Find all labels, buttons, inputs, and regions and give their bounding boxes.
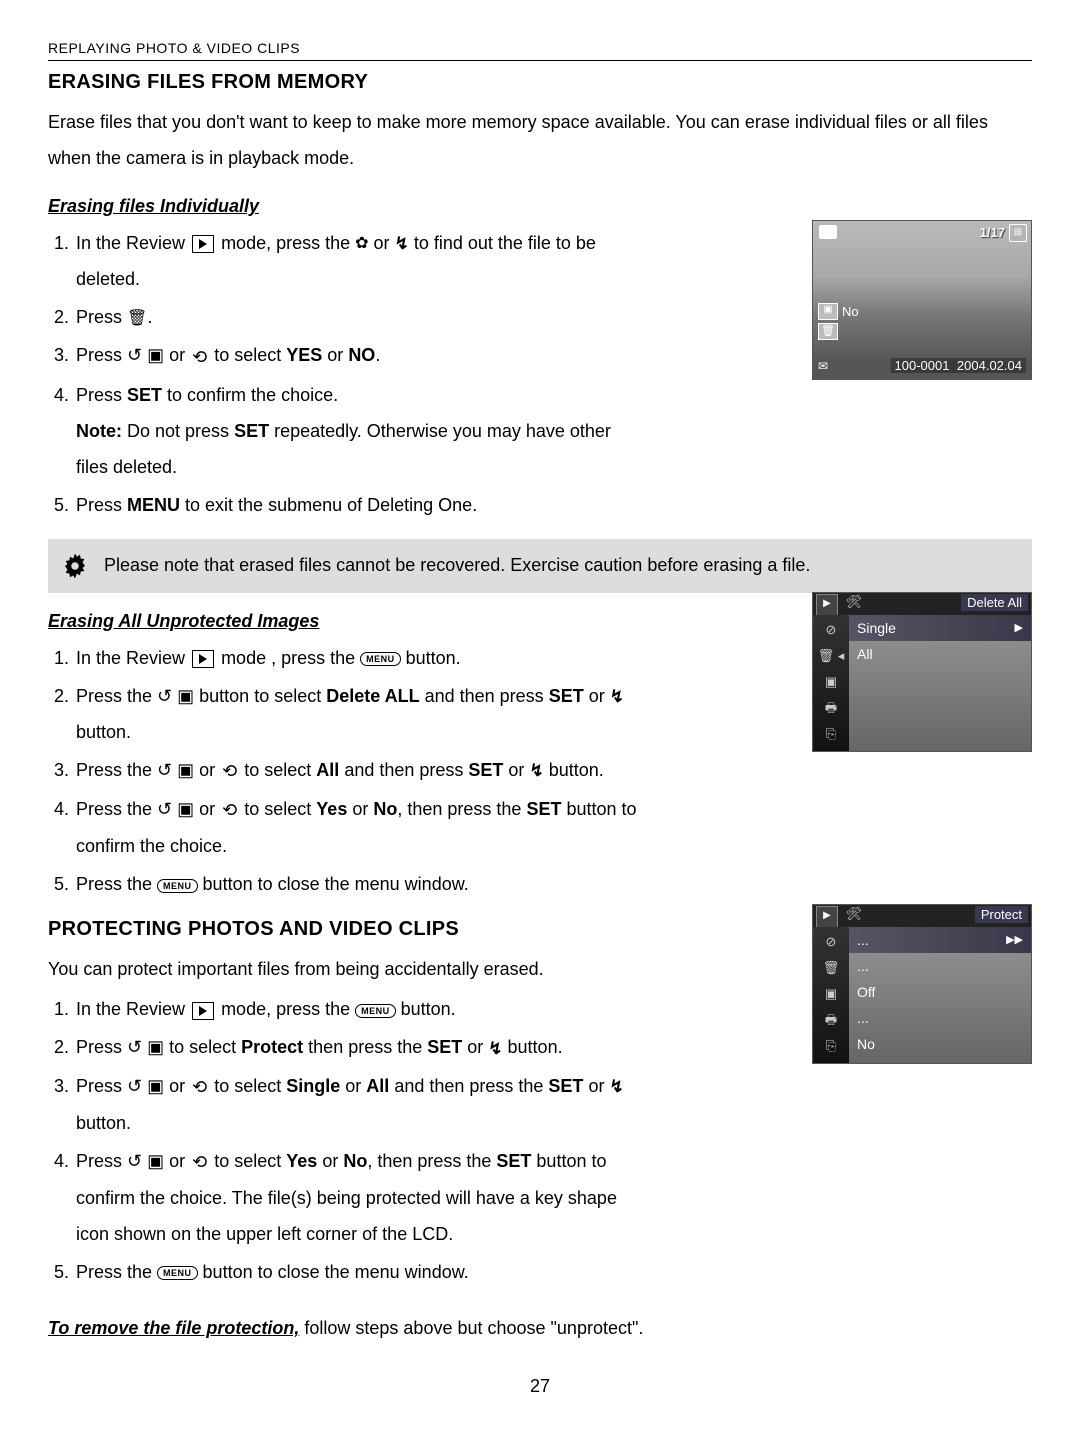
flash-icon: ↯ [610, 680, 624, 714]
flash-icon: ↯ [395, 227, 409, 261]
menu-tabbar: ▶ 🛠 Protect [813, 905, 1031, 927]
mail-icon: ✉ [818, 359, 828, 373]
menu-item-all: All [849, 641, 1031, 667]
play-mode-icon [192, 650, 214, 668]
menu-tabbar: ▶ 🛠 Delete All [813, 593, 1031, 615]
step-1: In the Review mode, press the ✿ or ↯ to … [74, 225, 644, 297]
flash-icon: ↯ [529, 754, 543, 788]
lock-icon: ⊘ [826, 619, 837, 641]
page-header: REPLAYING PHOTO & VIDEO CLIPS [48, 40, 1032, 61]
menu-content: Single▶ All [849, 615, 1031, 751]
record-icon: ⟲ [192, 1144, 207, 1180]
menu-button-icon: MENU [355, 1004, 396, 1018]
menu-item-2: ... [849, 953, 1031, 979]
image-counter: 1/17 [980, 225, 1005, 240]
step-4-note: Note: Do not press SET repeatedly. Other… [76, 413, 644, 485]
p-step-1: In the Review mode, press the MENU butto… [74, 991, 644, 1027]
play-mode-icon [192, 235, 214, 253]
menu-sidebar: ⊘ 🗑 ▣ 🖶 ⎘ [813, 927, 849, 1063]
file-date: 2004.02.04 [953, 358, 1026, 373]
record-icon: ⟲ [192, 339, 207, 375]
macro-icon: ✿ [355, 228, 368, 260]
s2-step-4: Press the ↺ ▣ or ⟲ to select Yes or No, … [74, 791, 644, 864]
delete-trash-icon: 🗑 [818, 323, 838, 340]
steps-protect: In the Review mode, press the MENU butto… [48, 991, 644, 1290]
step-4: Press SET to confirm the choice. Note: D… [74, 377, 644, 485]
s2-step-3: Press the ↺ ▣ or ⟲ to select All and the… [74, 752, 644, 789]
trash-icon: 🗑 [127, 303, 147, 335]
nav-icons: ↺ ▣ [157, 799, 194, 819]
header-text: REPLAYING PHOTO & VIDEO CLIPS [48, 40, 300, 56]
lcd-screenshot-protect: ▶ 🛠 Protect ⊘ 🗑 ▣ 🖶 ⎘ ...▶▶ ... Off ... … [812, 904, 1032, 1064]
s2-step-1: In the Review mode , press the MENU butt… [74, 640, 644, 676]
p-step-4: Press ↺ ▣ or ⟲ to select Yes or No, then… [74, 1143, 644, 1252]
p-step-5: Press the MENU button to close the menu … [74, 1254, 644, 1290]
delete-no-option: ▣No [818, 303, 859, 320]
dpof-icon: 🖶 [825, 1009, 837, 1031]
menu-item-1: ...▶▶ [849, 927, 1031, 953]
copy-icon: ⎘ [826, 1035, 836, 1057]
step-3: Press ↺ ▣ or ⟲ to select YES or NO. [74, 337, 644, 374]
menu-content: ...▶▶ ... Off ... No [849, 927, 1031, 1063]
record-icon: ⟲ [222, 753, 237, 789]
file-number: 100-0001 [891, 358, 954, 373]
step-2: Press 🗑. [74, 299, 644, 335]
s2-step-5: Press the MENU button to close the menu … [74, 866, 644, 902]
lock-icon: ⊘ [826, 931, 837, 953]
menu-item-4: ... [849, 1005, 1031, 1031]
slideshow-icon: ▣ [825, 983, 837, 1005]
menu-item-single: Single▶ [849, 615, 1031, 641]
camera-icon [819, 225, 837, 239]
copy-icon: ⎘ [826, 723, 836, 745]
caution-note: Please note that erased files cannot be … [48, 539, 1032, 593]
steps-erase-individual: In the Review mode, press the ✿ or ↯ to … [48, 225, 644, 523]
step-5: Press MENU to exit the submenu of Deleti… [74, 487, 644, 523]
s2-step-2: Press the ↺ ▣ button to select Delete AL… [74, 678, 644, 750]
section1-intro: Erase files that you don't want to keep … [48, 104, 1032, 176]
arrow-right-icon: ▶ [1015, 615, 1023, 641]
nav-icons: ↺ ▣ [127, 1076, 164, 1096]
menu-title: Protect [975, 906, 1028, 923]
caution-text: Please note that erased files cannot be … [104, 555, 810, 576]
menu-sidebar: ⊘ 🗑 ◂ ▣ 🖶 ⎘ [813, 615, 849, 751]
record-icon: ⟲ [192, 1069, 207, 1105]
arrow-right-icon: ▶▶ [1006, 927, 1023, 953]
play-mode-icon [192, 1002, 214, 1020]
play-tab-icon: ▶ [816, 906, 838, 928]
menu-item-off: Off [849, 979, 1031, 1005]
gear-icon [60, 551, 90, 581]
trash-icon: 🗑 [823, 957, 840, 979]
page-number: 27 [48, 1376, 1032, 1397]
remove-protection-note: To remove the file protection, follow st… [48, 1310, 1032, 1346]
play-tab-icon: ▶ [816, 594, 838, 616]
p-step-2: Press ↺ ▣ to select Protect then press t… [74, 1029, 644, 1065]
dpof-icon: 🖶 [825, 697, 837, 719]
menu-button-icon: MENU [157, 879, 198, 893]
section-title-erasing: ERASING FILES FROM MEMORY [48, 71, 1032, 94]
nav-icons: ↺ ▣ [157, 760, 194, 780]
nav-icons: ↺ ▣ [127, 1037, 164, 1057]
slideshow-icon: ▣ [825, 671, 837, 693]
info-icon: ⊞ [1009, 224, 1027, 242]
lcd-screenshot-delete-one: 1/17 ⊞ ▣No 🗑 ✉ 100-0001 2004.02.04 [812, 220, 1032, 380]
menu-item-no: No [849, 1031, 1031, 1057]
menu-button-icon: MENU [360, 652, 401, 666]
record-icon: ⟲ [222, 792, 237, 828]
p-step-3: Press ↺ ▣ or ⟲ to select Single or All a… [74, 1068, 644, 1141]
menu-button-icon: MENU [157, 1266, 198, 1280]
nav-icons: ↺ ▣ [127, 345, 164, 365]
nav-icons: ↺ ▣ [157, 686, 194, 706]
lcd-screenshot-delete-all: ▶ 🛠 Delete All ⊘ 🗑 ◂ ▣ 🖶 ⎘ Single▶ All [812, 592, 1032, 752]
remove-lead: To remove the file protection, [48, 1318, 299, 1338]
steps-erase-all: In the Review mode , press the MENU butt… [48, 640, 644, 903]
subheading-erase-individual: Erasing files Individually [48, 196, 1032, 217]
menu-title: Delete All [961, 594, 1028, 611]
setup-tab-icon: 🛠 [844, 594, 864, 614]
flash-icon: ↯ [488, 1032, 502, 1066]
trash-icon: 🗑 ◂ [818, 645, 845, 667]
setup-tab-icon: 🛠 [844, 906, 864, 926]
nav-icons: ↺ ▣ [127, 1151, 164, 1171]
manual-page: REPLAYING PHOTO & VIDEO CLIPS ERASING FI… [0, 0, 1080, 1427]
flash-icon: ↯ [609, 1070, 623, 1104]
